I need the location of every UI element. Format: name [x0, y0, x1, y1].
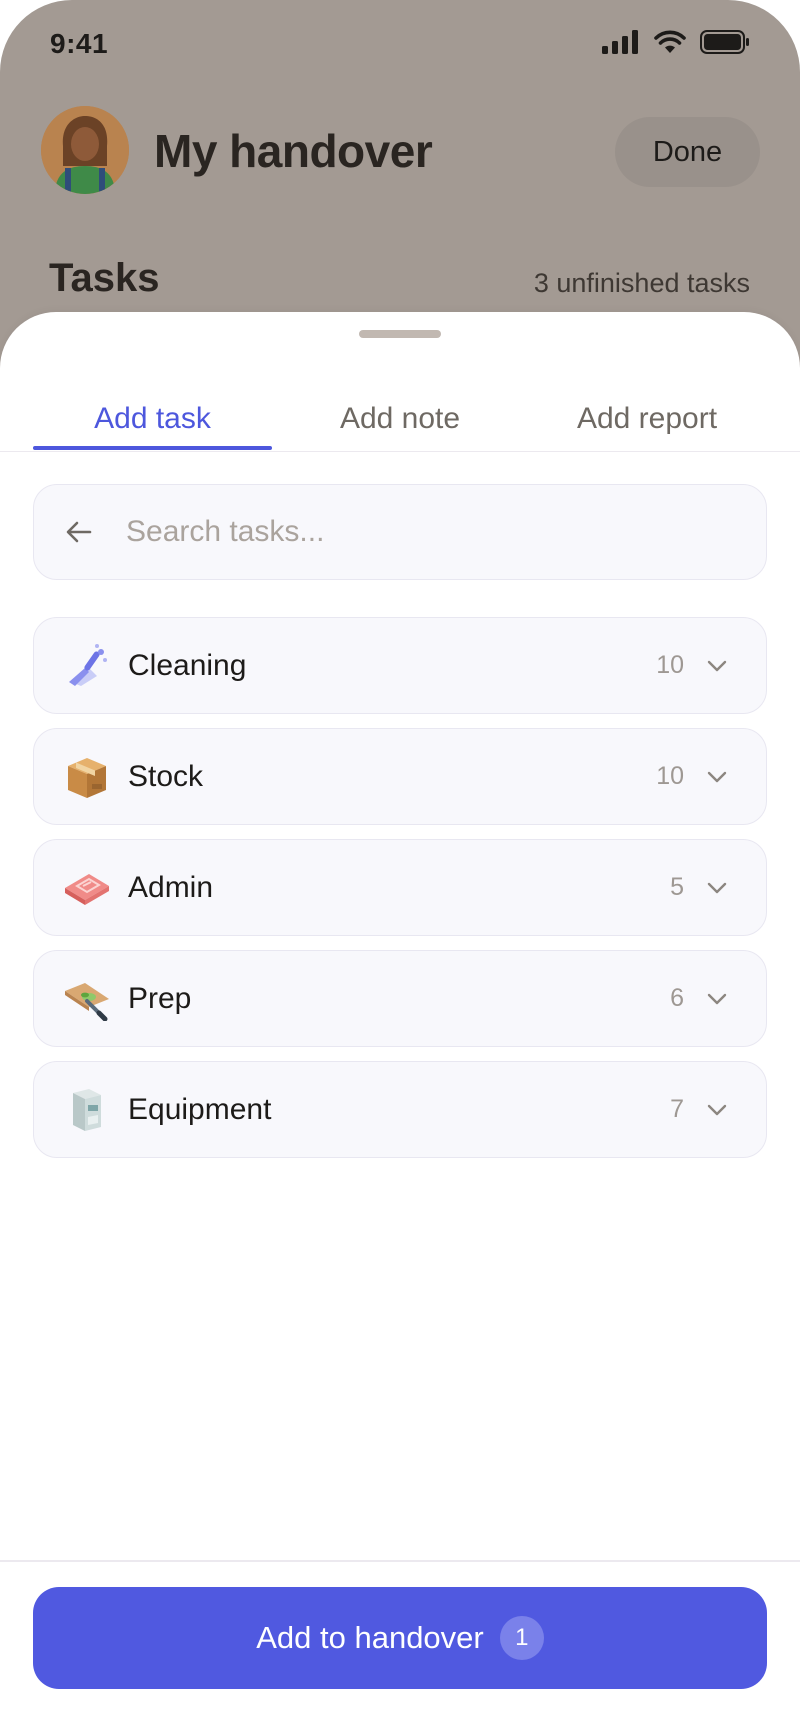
category-label: Cleaning [128, 648, 247, 682]
coffee-machine-icon [61, 1084, 113, 1136]
category-equipment[interactable]: Equipment 7 [33, 1061, 767, 1158]
search-bar [33, 484, 767, 580]
status-time: 9:41 [50, 28, 109, 59]
category-prep[interactable]: Prep 6 [33, 950, 767, 1047]
category-stock[interactable]: Stock 10 [33, 728, 767, 825]
add-to-handover-button[interactable]: Add to handover 1 [33, 1587, 767, 1689]
footer-divider [0, 1560, 800, 1562]
active-tab-indicator [33, 446, 272, 450]
tasks-heading: Tasks [49, 256, 160, 300]
done-button[interactable]: Done [615, 117, 760, 187]
category-count: 5 [670, 873, 684, 901]
chevron-down-icon [702, 660, 732, 672]
category-count: 10 [656, 651, 684, 679]
category-count: 10 [656, 762, 684, 790]
status-icons [602, 30, 750, 54]
category-count: 7 [670, 1095, 684, 1123]
sheet-tabs: Add task Add note Add report [0, 382, 800, 452]
wifi-icon [654, 30, 686, 53]
sheet-grabber-handle[interactable] [359, 330, 441, 338]
chevron-down-icon [702, 771, 732, 783]
category-admin[interactable]: Admin 5 [33, 839, 767, 936]
category-list: Cleaning 10 Stock 10 Admin 5 Prep 6 Equi… [33, 617, 767, 1172]
category-label: Equipment [128, 1092, 272, 1126]
category-count: 6 [670, 984, 684, 1012]
cleaning-icon [61, 640, 113, 692]
add-item-sheet: Add task Add note Add report Search task… [0, 312, 800, 1731]
page-title: My handover [154, 125, 433, 177]
tab-add-report[interactable]: Add report [527, 382, 767, 452]
battery-icon [700, 30, 749, 54]
chevron-down-icon [702, 882, 732, 894]
cutting-board-icon [61, 973, 113, 1025]
category-cleaning[interactable]: Cleaning 10 [33, 617, 767, 714]
status-bar: 9:41 [0, 0, 800, 92]
unfinished-tasks-count: 3 unfinished tasks [533, 268, 750, 298]
avatar[interactable] [41, 106, 129, 194]
box-icon [61, 751, 113, 803]
add-to-handover-label: Add to handover [256, 1620, 484, 1655]
back-arrow-icon[interactable] [34, 484, 124, 580]
app-screen: 9:41 My handover Done Tasks 3 unfinished… [0, 0, 800, 1731]
user-avatar [41, 106, 129, 194]
category-label: Prep [128, 981, 192, 1015]
selected-count-badge: 1 [499, 1616, 544, 1660]
tab-add-task[interactable]: Add task [33, 382, 272, 452]
chevron-down-icon [702, 993, 732, 1005]
chevron-down-icon [702, 1104, 732, 1116]
search-input[interactable] [126, 515, 726, 549]
paperwork-icon [61, 862, 113, 914]
category-label: Admin [128, 870, 214, 904]
category-label: Stock [128, 759, 204, 793]
tab-add-note[interactable]: Add note [280, 382, 520, 452]
signal-icon [602, 30, 638, 54]
